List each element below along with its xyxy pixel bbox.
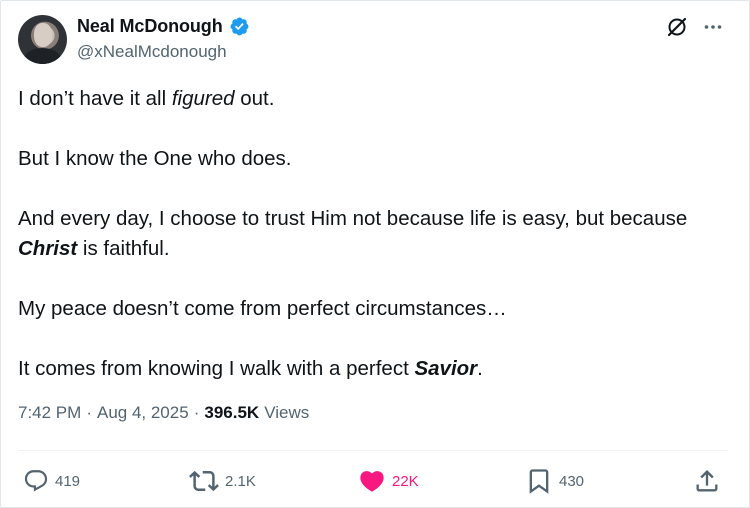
meta-separator: · [86,403,92,422]
repost-icon [189,470,219,492]
tweet-paragraph: My peace doesn’t come from perfect circu… [18,294,708,324]
text-segment: And every day, I choose to trust Him not… [18,207,688,230]
author-name-row: Neal McDonough [77,16,250,36]
author-handle[interactable]: @xNealMcdonough [77,42,227,62]
avatar-face [34,23,52,47]
like-count: 22K [392,472,419,490]
text-segment: . [477,357,483,380]
text-segment: out. [234,87,275,110]
views-count[interactable]: 396.5K [204,403,259,423]
text-segment: My peace doesn’t come from perfect circu… [18,297,507,320]
heart-icon [360,471,384,492]
tweet-paragraph: I don’t have it all figured out. [18,84,708,114]
emphasized-text: Savior [414,357,478,380]
bookmark-button[interactable]: 430 [525,463,584,499]
reply-count: 419 [55,472,81,490]
text-segment: I don’t have it all [18,87,172,110]
text-segment: But I know the One who does. [18,147,292,170]
text-segment: is faithful. [77,237,170,260]
meta-separator: · [193,403,200,422]
emphasized-text: figured [171,87,235,110]
avatar[interactable] [18,15,67,64]
avatar-shoulders [24,48,61,64]
tweet-actions: 419 2.1K 22K 430 [1,463,750,499]
like-button[interactable]: 22K [358,463,419,499]
more-icon[interactable] [703,17,723,37]
tweet-header-actions [665,15,723,39]
tweet-date[interactable]: Aug 4, 2025 [97,403,189,423]
views-label: Views [264,403,310,422]
grok-icon[interactable] [665,15,689,39]
bookmark-icon [529,469,549,494]
tweet-paragraph: And every day, I choose to trust Him not… [18,204,708,264]
tweet-text: I don’t have it all figured out. But I kn… [18,84,708,384]
tweet-card: Neal McDonough @xNealMcdonough I don’t h… [0,0,750,508]
verified-badge-icon [230,17,249,35]
author-name[interactable]: Neal McDonough [77,16,223,37]
tweet-paragraph: It comes from knowing I walk with a perf… [18,354,708,384]
reply-icon [24,470,48,492]
text-segment: It comes from knowing I walk with a perf… [18,357,415,380]
share-icon [696,470,718,492]
divider [18,450,727,451]
emphasized-text: Christ [18,237,78,260]
tweet-paragraph: But I know the One who does. [18,144,708,174]
bookmark-count: 430 [559,472,585,490]
repost-count: 2.1K [225,472,256,490]
share-button[interactable] [693,463,721,499]
repost-button[interactable]: 2.1K [189,463,256,499]
tweet-time[interactable]: 7:42 PM [18,403,81,423]
tweet-meta: 7:42 PM · Aug 4, 2025 · 396.5K Views [18,403,309,423]
reply-button[interactable]: 419 [23,463,80,499]
